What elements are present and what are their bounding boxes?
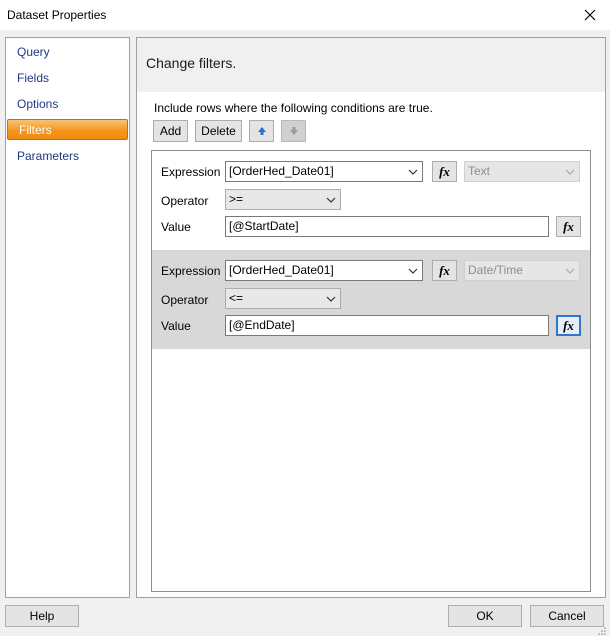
chevron-down-icon [407,162,419,181]
arrow-up-icon [257,127,266,135]
resize-grip-icon [598,627,606,635]
expression-value: [OrderHed_Date01] [229,263,334,277]
chevron-down-icon [564,162,576,181]
filter-list: Expression [OrderHed_Date01] fx Text Ope… [151,150,591,592]
value-fx-button[interactable]: fx [556,216,581,237]
operator-label: Operator [161,293,209,307]
nav-item-options[interactable]: Options [6,94,129,115]
expression-value: [OrderHed_Date01] [229,164,334,178]
filters-panel: Change filters. Include rows where the f… [136,37,606,598]
add-button[interactable]: Add [153,120,188,142]
operator-value: >= [229,192,244,206]
move-down-button[interactable] [281,120,306,142]
value-input[interactable]: [@EndDate] [225,315,549,336]
close-button[interactable] [574,3,606,27]
chevron-down-icon [407,261,419,280]
expression-combo[interactable]: [OrderHed_Date01] [225,260,423,281]
data-type-combo[interactable]: Text [464,161,580,182]
chevron-down-icon [564,261,576,280]
operator-label: Operator [161,194,209,208]
expression-label: Expression [161,264,221,278]
nav-item-fields[interactable]: Fields [6,68,129,89]
chevron-down-icon [325,289,337,308]
close-icon [584,9,596,21]
data-type-combo[interactable]: Date/Time [464,260,580,281]
nav-item-parameters[interactable]: Parameters [6,146,129,167]
data-type-value: Text [468,164,491,178]
page-title: Change filters. [146,55,237,71]
chevron-down-icon [325,190,337,209]
expression-fx-button[interactable]: fx [432,161,457,182]
value-fx-button[interactable]: fx [556,315,581,336]
operator-value: <= [229,291,244,305]
value-label: Value [161,220,191,234]
value-label: Value [161,319,191,333]
value-input[interactable]: [@StartDate] [225,216,549,237]
expression-fx-button[interactable]: fx [432,260,457,281]
expression-combo[interactable]: [OrderHed_Date01] [225,161,423,182]
operator-combo[interactable]: >= [225,189,341,210]
cancel-button[interactable]: Cancel [530,605,604,627]
nav-panel: Query Fields Options Filters Parameters [5,37,130,598]
data-type-value: Date/Time [468,263,523,277]
resize-grip[interactable] [597,625,607,635]
expression-label: Expression [161,165,221,179]
operator-combo[interactable]: <= [225,288,341,309]
window-title: Dataset Properties [7,8,107,22]
help-button[interactable]: Help [5,605,79,627]
arrow-down-icon [289,127,298,135]
nav-item-query[interactable]: Query [6,42,129,63]
ok-button[interactable]: OK [448,605,522,627]
delete-button[interactable]: Delete [195,120,242,142]
instructions-text: Include rows where the following conditi… [154,101,433,115]
move-up-button[interactable] [249,120,274,142]
nav-item-filters[interactable]: Filters [7,119,128,140]
